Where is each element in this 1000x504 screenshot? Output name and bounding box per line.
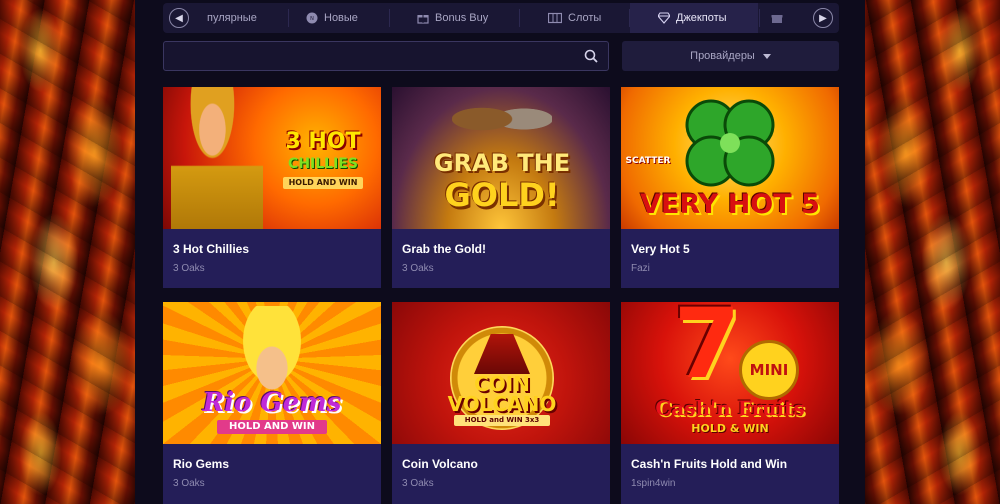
art-title-line1: COIN (474, 372, 530, 396)
game-title: Very Hot 5 (631, 242, 690, 256)
svg-text:N: N (310, 16, 314, 22)
art-title-line1: 3 HOT (285, 129, 361, 154)
slot-machine-icon (548, 12, 562, 24)
art-subtitle: HOLD AND WIN (217, 420, 327, 434)
game-card-very-hot-5[interactable]: SCATTER VERY HOT 5 Very Hot 5 Fazi (621, 87, 839, 288)
game-thumbnail: 7 MINI Cash'n Fruits HOLD & WIN (621, 302, 839, 444)
game-card-grab-the-gold[interactable]: GRAB THE GOLD! Grab the Gold! 3 Oaks (392, 87, 610, 288)
tab-jackpots[interactable]: Джекпоты (630, 3, 758, 33)
tab-popular[interactable]: пулярные (197, 3, 267, 33)
game-card-coin-volcano[interactable]: COIN VOLCANO HOLD and WIN 3x3 Coin Volca… (392, 302, 610, 504)
game-card-3-hot-chillies[interactable]: 3 HOT CHILLIES HOLD AND WIN 3 Hot Chilli… (163, 87, 381, 288)
game-title: Grab the Gold! (402, 242, 486, 256)
art-title-line2: VOLCANO (447, 392, 557, 416)
art-title-line1: Cash'n Fruits (655, 396, 805, 420)
tab-more[interactable] (761, 3, 793, 33)
flame-border-left (0, 0, 135, 504)
new-badge-icon: N (306, 12, 318, 24)
game-card-cashn-fruits[interactable]: 7 MINI Cash'n Fruits HOLD & WIN Cash'n F… (621, 302, 839, 504)
tab-divider (288, 9, 289, 27)
game-thumbnail: 3 HOT CHILLIES HOLD AND WIN (163, 87, 381, 229)
tab-divider (759, 9, 760, 27)
game-title: Coin Volcano (402, 457, 478, 471)
tab-new[interactable]: N Новые (296, 3, 368, 33)
clover-icon (685, 99, 775, 187)
art-title-line2: CHILLIES (288, 156, 358, 172)
art-title-line1: VERY HOT 5 (640, 189, 820, 220)
gift-icon (417, 15, 429, 24)
chevron-right-icon: ▶ (819, 12, 827, 24)
game-provider: 3 Oaks (173, 263, 205, 274)
art-scatter-label: SCATTER (625, 156, 671, 166)
art-subtitle: HOLD & WIN (691, 422, 769, 435)
casino-games-panel: ◀ пулярные N Новые Bonus Buy Слоты Джекп… (135, 0, 865, 504)
art-subtitle: HOLD and WIN 3x3 (454, 415, 550, 426)
art-title-line2: GOLD! (444, 176, 560, 214)
tabs-prev-button[interactable]: ◀ (169, 8, 189, 28)
art-mini-badge: MINI (739, 340, 799, 400)
providers-dropdown[interactable]: Провайдеры (622, 41, 839, 71)
tab-label: Слоты (568, 12, 602, 24)
game-provider: 3 Oaks (402, 478, 434, 489)
art-seven: 7 (673, 302, 741, 400)
game-title: Cash'n Fruits Hold and Win (631, 457, 788, 471)
characters-illustration (452, 93, 552, 145)
tab-label: Джекпоты (676, 12, 727, 24)
game-provider: 3 Oaks (402, 263, 434, 274)
art-subtitle: HOLD AND WIN (283, 177, 363, 189)
search-icon[interactable] (584, 49, 598, 63)
game-title: 3 Hot Chillies (173, 242, 250, 256)
game-search (163, 41, 609, 71)
category-tab-bar: ◀ пулярные N Новые Bonus Buy Слоты Джекп… (163, 3, 839, 33)
game-provider: 1spin4win (631, 478, 676, 489)
game-thumbnail: SCATTER VERY HOT 5 (621, 87, 839, 229)
game-thumbnail: GRAB THE GOLD! (392, 87, 610, 229)
tab-label: пулярные (207, 12, 257, 24)
tab-divider (519, 9, 520, 27)
search-input[interactable] (164, 42, 608, 70)
diamond-icon (658, 12, 670, 24)
game-thumbnail: COIN VOLCANO HOLD and WIN 3x3 (392, 302, 610, 444)
art-title-line1: GRAB THE (433, 149, 571, 177)
tab-label: Новые (324, 12, 358, 24)
game-provider: Fazi (631, 263, 650, 274)
mariachi-character (171, 87, 263, 229)
game-title: Rio Gems (173, 457, 230, 471)
chevron-down-icon (762, 53, 771, 59)
providers-label: Провайдеры (690, 50, 755, 62)
tab-slots[interactable]: Слоты (538, 3, 611, 33)
gift-partial-icon (771, 15, 783, 23)
game-thumbnail: Rio Gems HOLD AND WIN (163, 302, 381, 444)
art-title-line1: Rio Gems (202, 388, 342, 418)
game-provider: 3 Oaks (173, 478, 205, 489)
flame-border-right (865, 0, 1000, 504)
tabs-next-button[interactable]: ▶ (813, 8, 833, 28)
game-card-rio-gems[interactable]: Rio Gems HOLD AND WIN Rio Gems 3 Oaks (163, 302, 381, 504)
chevron-left-icon: ◀ (175, 12, 183, 24)
tab-divider (389, 9, 390, 27)
tab-bonus-buy[interactable]: Bonus Buy (407, 3, 498, 33)
tab-label: Bonus Buy (435, 12, 489, 24)
